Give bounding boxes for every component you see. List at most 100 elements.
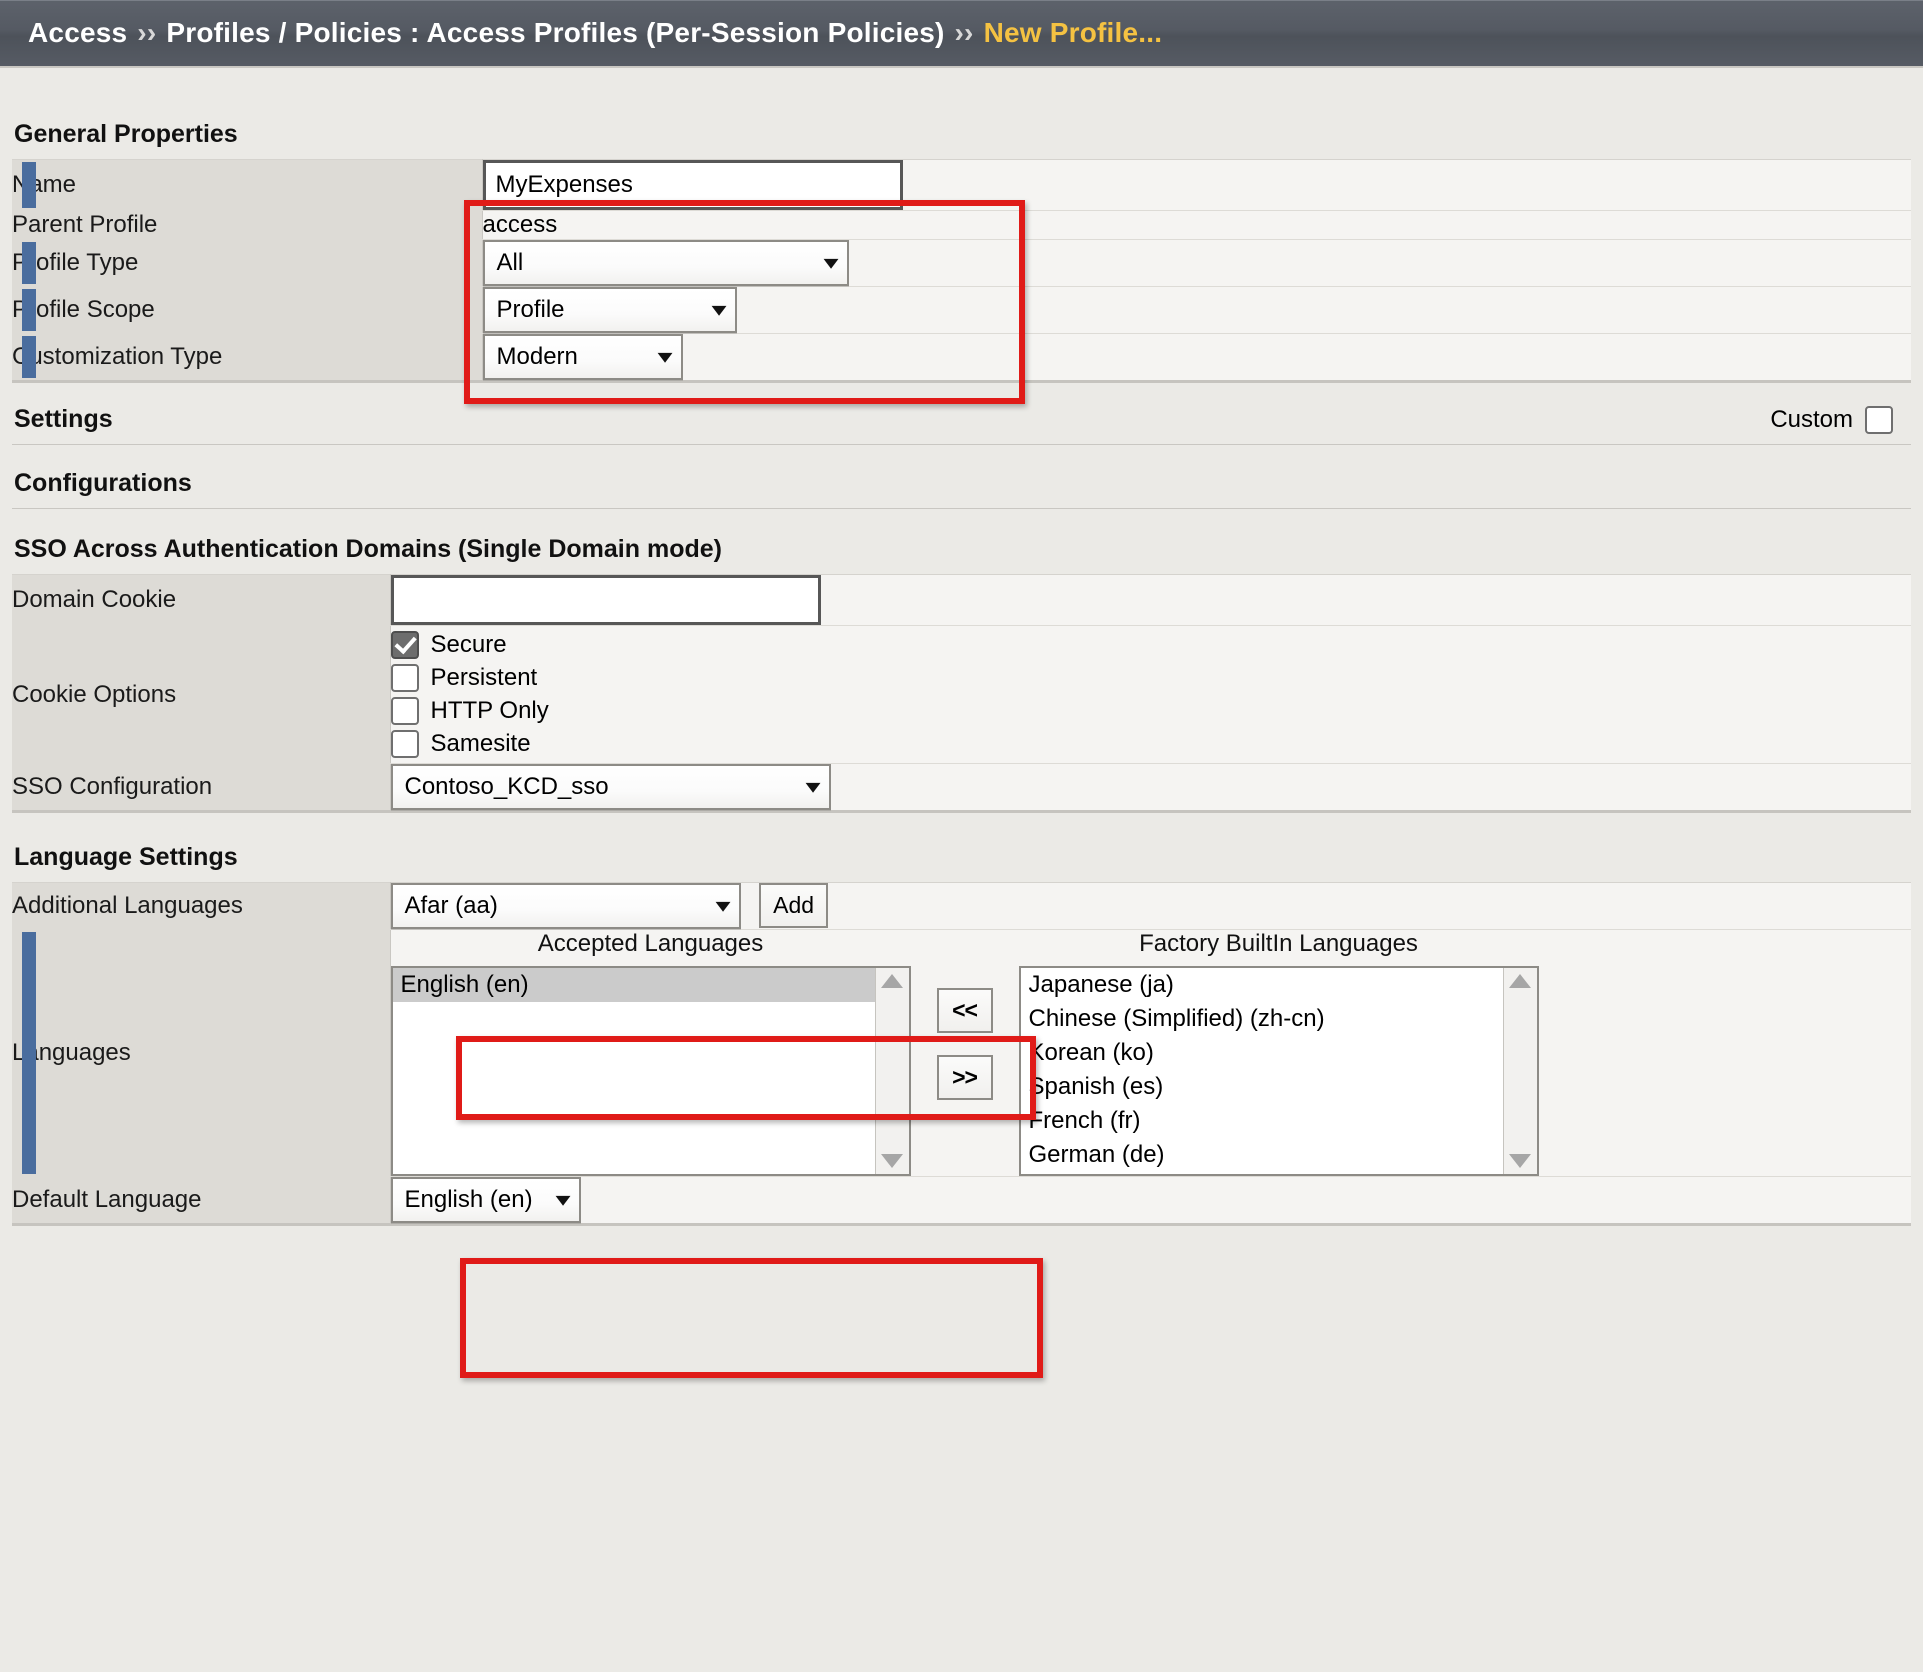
list-item[interactable]: Korean (ko): [1021, 1036, 1503, 1070]
http-only-label: HTTP Only: [430, 697, 549, 724]
secure-label: Secure: [430, 631, 507, 658]
breadcrumb-root[interactable]: Access: [28, 17, 127, 48]
accepted-languages-listbox[interactable]: English (en): [390, 966, 911, 1176]
label-cookie-options: Cookie Options: [12, 625, 391, 764]
add-language-button[interactable]: Add: [759, 883, 829, 928]
cookie-option-secure[interactable]: Secure: [390, 631, 1912, 659]
cookie-options-list: Secure Persistent HTTP Only Samesite: [390, 631, 1912, 758]
cell-sso-configuration: Contoso_KCD_sso ▾: [390, 763, 1911, 812]
sso-heading: SSO Across Authentication Domains (Singl…: [14, 535, 722, 563]
factory-languages-header: Factory BuiltIn Languages: [1139, 930, 1418, 957]
cell-default-language: English (en) ▾: [390, 1176, 1911, 1225]
cell-profile-type: All ▾: [482, 239, 1911, 287]
label-sso-configuration: SSO Configuration: [12, 763, 391, 812]
name-input[interactable]: [482, 160, 903, 210]
label-customization-type: Customization Type: [12, 333, 483, 382]
factory-languages-listbox[interactable]: Japanese (ja) Chinese (Simplified) (zh-c…: [1018, 966, 1539, 1176]
row-sso-configuration: SSO Configuration Contoso_KCD_sso ▾: [12, 763, 1911, 812]
custom-checkbox-group: Custom: [1770, 405, 1905, 434]
label-languages: Languages: [12, 929, 391, 1177]
cookie-option-persistent[interactable]: Persistent: [390, 664, 1912, 692]
breadcrumb: Access ›› Profiles / Policies : Access Pro…: [28, 17, 1162, 49]
breadcrumb-current: New Profile...: [983, 17, 1163, 48]
custom-checkbox[interactable]: [1865, 405, 1893, 434]
row-languages: Languages Accepted Languages English (en…: [12, 929, 1912, 1177]
factory-languages-column: Factory BuiltIn Languages Japanese (ja) …: [1018, 930, 1539, 1176]
row-domain-cookie: Domain Cookie: [12, 574, 1911, 626]
row-name: Name: [12, 159, 1911, 211]
chevron-down-icon: ▾: [823, 252, 840, 274]
move-left-button[interactable]: <<: [936, 988, 993, 1033]
list-item[interactable]: French (fr): [1021, 1104, 1503, 1138]
scroll-up-icon[interactable]: [1509, 974, 1531, 988]
samesite-label: Samesite: [430, 730, 531, 757]
cell-name-value: [482, 159, 1911, 211]
default-language-select[interactable]: English (en) ▾: [390, 1177, 581, 1223]
chevron-down-icon: ▾: [711, 299, 728, 321]
languages-dual-list: Accepted Languages English (en) << >> Fa…: [390, 930, 1912, 1176]
sso-configuration-select[interactable]: Contoso_KCD_sso ▾: [390, 764, 831, 810]
cookie-option-http-only[interactable]: HTTP Only: [390, 697, 1912, 725]
general-properties-heading: General Properties: [14, 120, 238, 148]
list-item[interactable]: German (de): [1021, 1138, 1503, 1172]
samesite-checkbox[interactable]: [390, 730, 419, 758]
settings-heading-row: Settings Custom: [0, 405, 1923, 434]
cookie-option-samesite[interactable]: Samesite: [390, 730, 1912, 758]
custom-label: Custom: [1770, 405, 1853, 433]
additional-languages-select[interactable]: Afar (aa) ▾: [390, 883, 741, 929]
scroll-down-icon[interactable]: [881, 1154, 903, 1168]
chevron-down-icon: ▾: [715, 895, 732, 917]
row-parent-profile: Parent Profile access: [12, 210, 1911, 240]
row-default-language: Default Language English (en) ▾: [12, 1176, 1911, 1225]
highlight-accepted-languages: [460, 1258, 1043, 1378]
language-settings-heading: Language Settings: [14, 843, 238, 871]
http-only-checkbox[interactable]: [390, 697, 419, 725]
sso-table: Domain Cookie Cookie Options Secure Pers…: [12, 574, 1911, 813]
settings-heading: Settings: [14, 405, 113, 433]
row-cookie-options: Cookie Options Secure Persistent HTTP On…: [12, 625, 1912, 764]
accepted-languages-items: English (en): [392, 968, 875, 1174]
default-language-selected-value: English (en): [404, 1186, 533, 1213]
additional-languages-selected-value: Afar (aa): [404, 892, 498, 919]
profile-type-selected-value: All: [496, 249, 524, 276]
parent-profile-value: access: [482, 210, 1911, 240]
accepted-languages-header: Accepted Languages: [537, 930, 764, 957]
profile-scope-select[interactable]: Profile ▾: [482, 287, 737, 333]
profile-type-select[interactable]: All ▾: [482, 240, 849, 286]
scroll-down-icon[interactable]: [1509, 1154, 1531, 1168]
label-default-language: Default Language: [12, 1176, 391, 1225]
breadcrumb-separator-1: ››: [137, 17, 157, 48]
language-settings-table: Additional Languages Afar (aa) ▾ Add Lan…: [12, 882, 1911, 1226]
secure-checkbox[interactable]: [390, 631, 419, 659]
breadcrumb-middle[interactable]: Profiles / Policies : Access Profiles (P…: [166, 17, 944, 48]
row-customization-type: Customization Type Modern ▾: [12, 333, 1911, 382]
scroll-up-icon[interactable]: [881, 974, 903, 988]
label-profile-scope: Profile Scope: [12, 286, 483, 334]
cell-profile-scope: Profile ▾: [482, 286, 1911, 334]
row-profile-scope: Profile Scope Profile ▾: [12, 286, 1911, 334]
domain-cookie-input[interactable]: [390, 575, 821, 625]
list-item[interactable]: Spanish (es): [1021, 1070, 1503, 1104]
chevron-down-icon: ▾: [657, 346, 674, 368]
profile-scope-selected-value: Profile: [496, 296, 565, 323]
configurations-heading: Configurations: [14, 469, 192, 497]
factory-languages-scrollbar[interactable]: [1502, 968, 1537, 1174]
persistent-label: Persistent: [430, 664, 538, 691]
cell-domain-cookie: [390, 574, 1911, 626]
persistent-checkbox[interactable]: [390, 664, 419, 692]
list-item[interactable]: English (en): [392, 968, 875, 1002]
general-properties-table: Name Parent Profile access Profile Type …: [12, 159, 1911, 383]
list-item[interactable]: Chinese (Simplified) (zh-cn): [1021, 1002, 1503, 1036]
cell-cookie-options: Secure Persistent HTTP Only Samesite: [390, 625, 1912, 764]
sso-configuration-selected-value: Contoso_KCD_sso: [404, 773, 609, 800]
accepted-languages-scrollbar[interactable]: [874, 968, 909, 1174]
chevron-down-icon: ▾: [805, 776, 822, 798]
list-item[interactable]: Japanese (ja): [1021, 968, 1503, 1002]
page-body: General Properties Name Parent Profile a…: [0, 68, 1923, 1226]
label-domain-cookie: Domain Cookie: [12, 574, 391, 626]
move-right-button[interactable]: >>: [936, 1055, 993, 1100]
customization-type-select[interactable]: Modern ▾: [482, 334, 683, 380]
customization-type-selected-value: Modern: [496, 343, 578, 370]
cell-languages: Accepted Languages English (en) << >> Fa…: [390, 929, 1912, 1177]
label-profile-type: Profile Type: [12, 239, 483, 287]
